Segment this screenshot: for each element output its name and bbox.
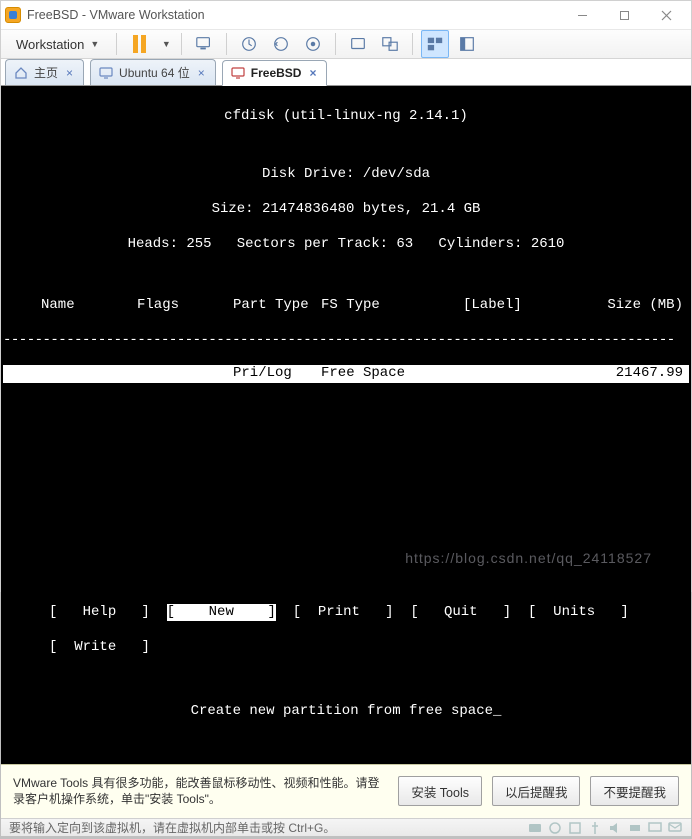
snapshot-button[interactable] xyxy=(235,30,263,58)
col-size: Size (MB) xyxy=(589,297,689,315)
menu-new[interactable]: [ New ] xyxy=(167,604,276,622)
unity-button[interactable] xyxy=(376,30,404,58)
tab-label: Ubuntu 64 位 xyxy=(119,64,190,81)
revert-snapshot-button[interactable] xyxy=(267,30,295,58)
titlebar: FreeBSD - VMware Workstation xyxy=(1,1,691,30)
cfdisk-menu: [ Help ] [ New ] [ Print ] [ Quit ] [ Un… xyxy=(3,604,689,622)
col-name: Name xyxy=(41,297,137,315)
cfdisk-hint: Create new partition from free space_ xyxy=(3,703,689,721)
status-message: 要将输入定向到该虚拟机，请在虚拟机内部单击或按 Ctrl+G。 xyxy=(9,819,519,836)
remind-later-button[interactable]: 以后提醒我 xyxy=(492,776,581,806)
partition-row[interactable]: Pri/LogFree Space 21467.99 xyxy=(3,365,689,383)
row-size: 21467.99 xyxy=(589,365,689,383)
menu-quit[interactable]: Quit xyxy=(444,604,478,620)
toolbar: Workstation ▼ ▼ xyxy=(1,30,691,59)
thumbnail-view-button[interactable] xyxy=(421,30,449,58)
pause-dropdown[interactable]: ▼ xyxy=(157,30,173,58)
console-view-button[interactable] xyxy=(453,30,481,58)
snapshot-manager-button[interactable] xyxy=(299,30,327,58)
close-button[interactable] xyxy=(645,1,687,29)
tab-close-icon[interactable]: × xyxy=(196,66,207,80)
tab-ubuntu[interactable]: Ubuntu 64 位 × xyxy=(90,59,216,85)
cfdisk-geom: Heads: 255 Sectors per Track: 63 Cylinde… xyxy=(3,236,689,254)
window-title: FreeBSD - VMware Workstation xyxy=(27,8,561,22)
device-tray xyxy=(527,820,683,836)
never-remind-button[interactable]: 不要提醒我 xyxy=(590,776,679,806)
install-tools-button[interactable]: 安装 Tools xyxy=(398,776,482,806)
usb-icon[interactable] xyxy=(587,820,603,836)
hard-disk-icon[interactable] xyxy=(527,820,543,836)
col-label: [Label] xyxy=(463,297,589,315)
notification-text: VMware Tools 具有很多功能，能改善鼠标移动性、视频和性能。请登录客户… xyxy=(13,775,388,809)
row-fstype: Free Space xyxy=(321,365,463,383)
chevron-down-icon: ▼ xyxy=(162,39,171,49)
monitor-icon xyxy=(231,66,245,80)
sound-icon[interactable] xyxy=(607,820,623,836)
workstation-menu-label: Workstation xyxy=(16,37,84,52)
vmware-app-icon xyxy=(5,7,21,23)
monitor-icon xyxy=(99,66,113,80)
workstation-menu[interactable]: Workstation ▼ xyxy=(7,30,108,58)
cd-icon[interactable] xyxy=(547,820,563,836)
menu-help[interactable]: [ Help ] xyxy=(49,604,167,622)
printer-icon[interactable] xyxy=(627,820,643,836)
tab-close-icon[interactable]: × xyxy=(64,66,75,80)
menu-write[interactable]: [ Write ] xyxy=(49,639,150,657)
pause-icon xyxy=(133,35,146,53)
chevron-down-icon: ▼ xyxy=(90,39,99,49)
col-flags: Flags xyxy=(137,297,233,315)
cfdisk-header-row: NameFlagsPart TypeFS Type[Label]Size (MB… xyxy=(3,297,689,315)
home-icon xyxy=(14,66,28,80)
tab-label: FreeBSD xyxy=(251,66,302,80)
cfdisk-menu-2: [ Write ] xyxy=(3,639,689,657)
separator xyxy=(181,33,182,55)
tab-label: 主页 xyxy=(34,64,58,81)
vm-console[interactable]: cfdisk (util-linux-ng 2.14.1) Disk Drive… xyxy=(1,86,691,764)
tab-bar: 主页 × Ubuntu 64 位 × FreeBSD × xyxy=(1,59,691,86)
pause-button[interactable] xyxy=(125,30,153,58)
menu-print[interactable]: [ Print ] [ Quit ] [ Units ] xyxy=(276,604,629,622)
cfdisk-drive: Disk Drive: /dev/sda xyxy=(3,166,689,184)
send-ctrl-alt-del-button[interactable] xyxy=(190,30,218,58)
vmware-tools-notification: VMware Tools 具有很多功能，能改善鼠标移动性、视频和性能。请登录客户… xyxy=(1,764,691,819)
row-parttype: Pri/Log xyxy=(233,365,321,383)
col-fstype: FS Type xyxy=(321,297,463,315)
tab-freebsd[interactable]: FreeBSD × xyxy=(222,60,328,86)
separator: ----------------------------------------… xyxy=(3,332,689,348)
tab-home[interactable]: 主页 × xyxy=(5,59,84,85)
message-icon[interactable] xyxy=(667,820,683,836)
network-icon[interactable] xyxy=(567,820,583,836)
separator xyxy=(412,33,413,55)
fullscreen-button[interactable] xyxy=(344,30,372,58)
separator xyxy=(335,33,336,55)
cfdisk-title: cfdisk (util-linux-ng 2.14.1) xyxy=(3,108,689,126)
minimize-button[interactable] xyxy=(561,1,603,29)
maximize-button[interactable] xyxy=(603,1,645,29)
separator xyxy=(226,33,227,55)
menu-units[interactable]: Units xyxy=(553,604,595,620)
tab-close-icon[interactable]: × xyxy=(307,66,318,80)
display-icon[interactable] xyxy=(647,820,663,836)
col-parttype: Part Type xyxy=(233,297,321,315)
separator xyxy=(116,33,117,55)
cfdisk-size: Size: 21474836480 bytes, 21.4 GB xyxy=(3,201,689,219)
app-window: FreeBSD - VMware Workstation Workstation… xyxy=(0,0,692,592)
status-bar: 要将输入定向到该虚拟机，请在虚拟机内部单击或按 Ctrl+G。 xyxy=(1,818,691,836)
